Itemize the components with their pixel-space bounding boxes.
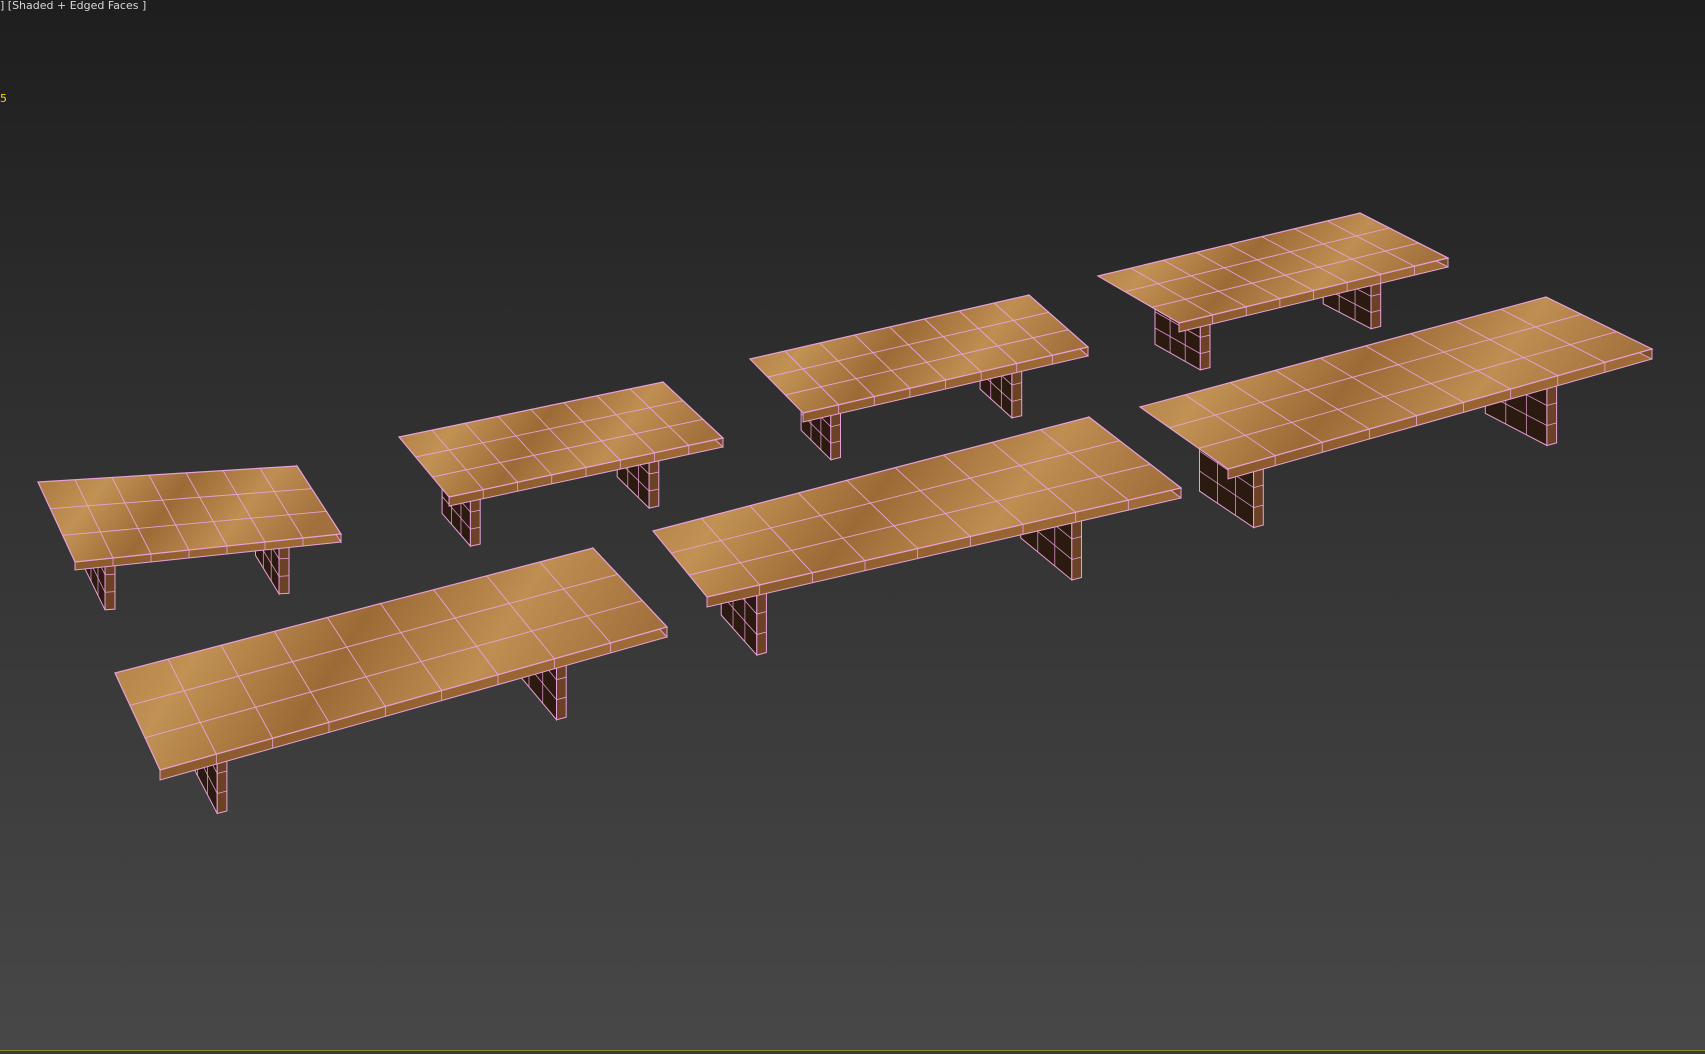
viewport-shading-label[interactable]: ] [Shaded + Edged Faces ] [0, 0, 146, 12]
scene-canvas[interactable] [0, 0, 1705, 1054]
bench-5[interactable] [114, 546, 669, 815]
viewport-marker: 5 [0, 92, 7, 105]
bench-1[interactable] [37, 464, 343, 611]
bench-7[interactable] [1138, 296, 1654, 529]
viewport-bottom-edge [0, 1050, 1705, 1054]
perspective-viewport[interactable]: ] [Shaded + Edged Faces ] 5 [0, 0, 1705, 1054]
bench-2[interactable] [397, 380, 725, 548]
bench-6[interactable] [651, 415, 1183, 657]
